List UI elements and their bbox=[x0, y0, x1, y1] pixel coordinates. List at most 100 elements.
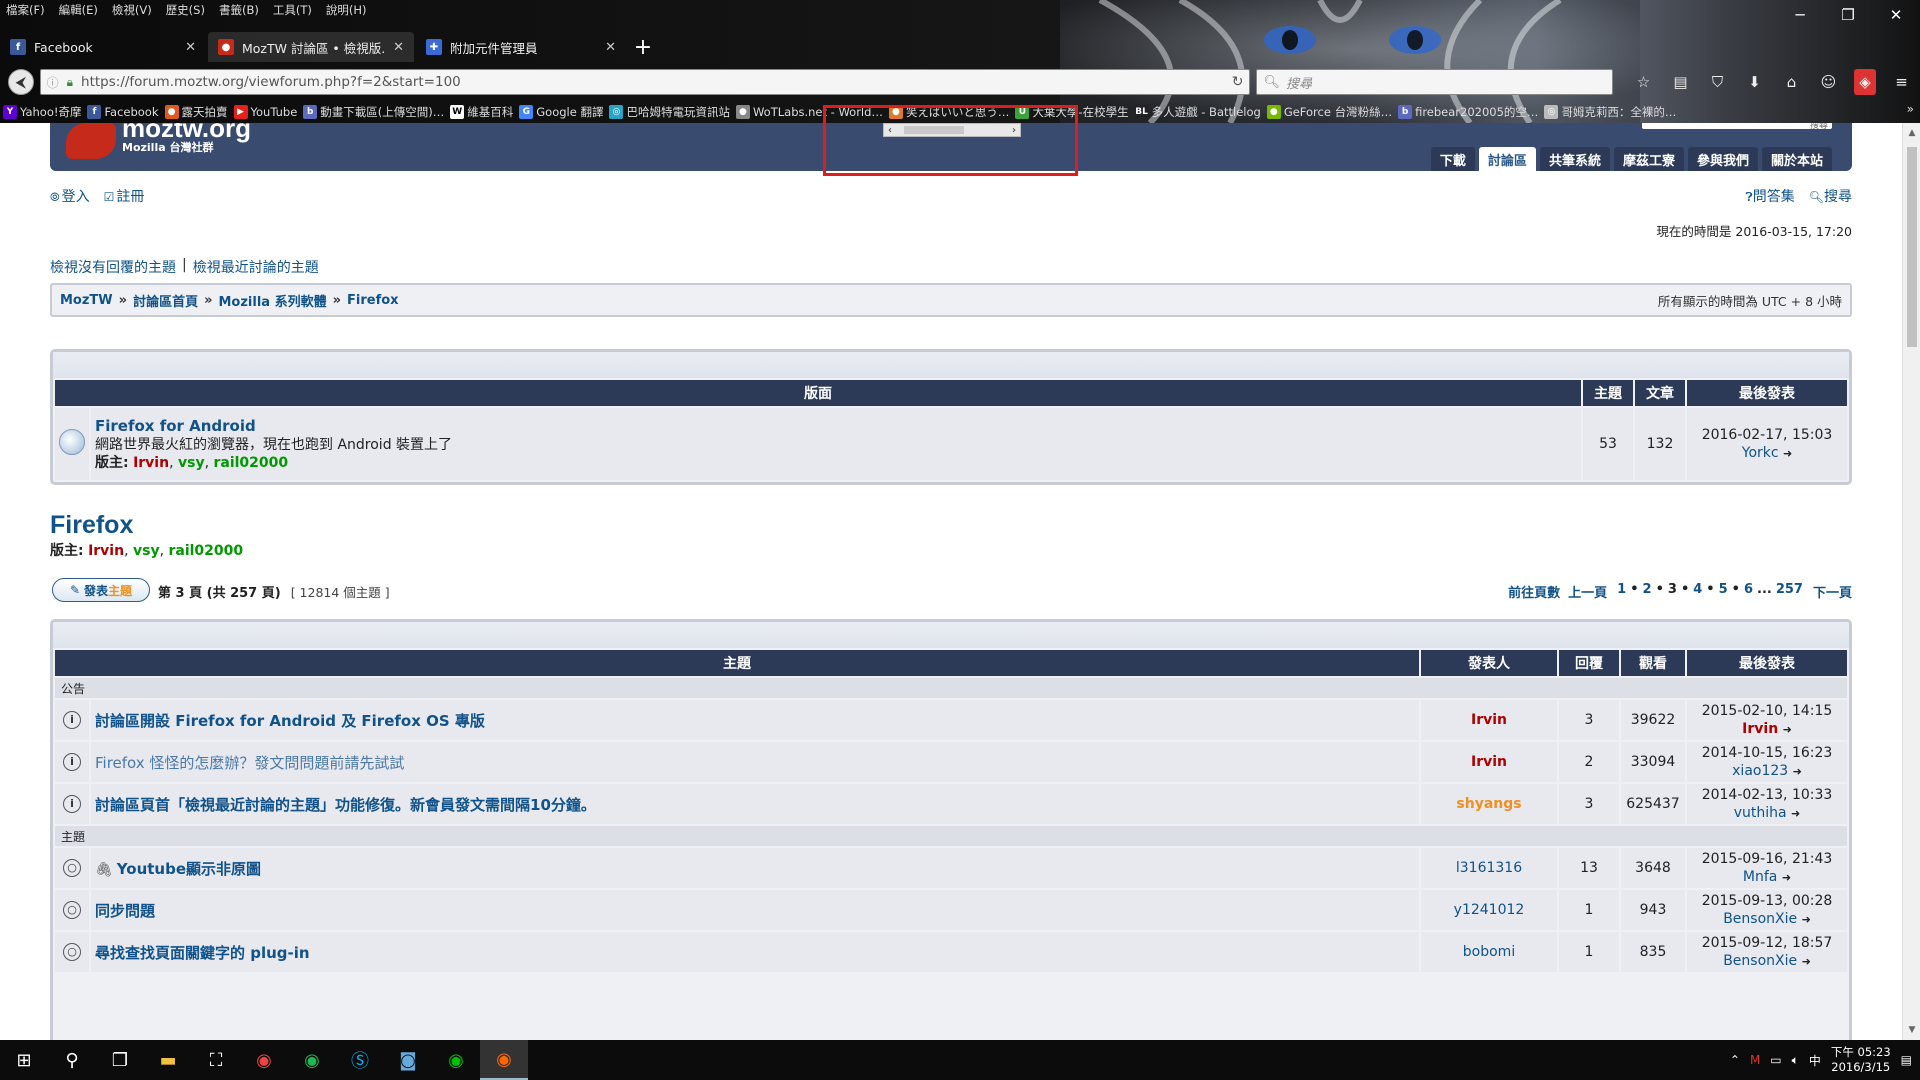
menu-item[interactable]: 說明(H) bbox=[326, 2, 367, 18]
page-link[interactable]: 2 bbox=[1643, 582, 1652, 601]
browser-tab[interactable]: ✚ 附加元件管理員 ✕ bbox=[416, 32, 626, 62]
bookmark-item[interactable]: ● GeForce 台灣粉絲… bbox=[1266, 104, 1392, 120]
moderator-link[interactable]: vsy bbox=[133, 543, 160, 559]
menu-item[interactable]: 書籤(B) bbox=[219, 2, 259, 18]
topic-author-link[interactable]: shyangs bbox=[1456, 796, 1521, 812]
topic-author-link[interactable]: Irvin bbox=[1471, 754, 1507, 770]
back-button[interactable]: ⮜ bbox=[8, 69, 34, 95]
active-topics-link[interactable]: 檢視最近討論的主題 bbox=[193, 257, 319, 277]
goto-page-link[interactable]: 前往頁數 bbox=[1508, 582, 1560, 601]
menu-item[interactable]: 工具(T) bbox=[273, 2, 312, 18]
topic-title-link[interactable]: 尋找查找頁面關鍵字的 plug-in bbox=[95, 944, 310, 962]
site-nav-tab[interactable]: 關於本站 bbox=[1761, 147, 1832, 171]
notifications-icon[interactable]: ▤ bbox=[1901, 1053, 1912, 1067]
breadcrumb-item[interactable]: Mozilla 系列軟體 bbox=[218, 291, 326, 310]
topic-author-link[interactable]: Irvin bbox=[1471, 712, 1507, 728]
file-explorer-icon[interactable]: ▬ bbox=[144, 1040, 192, 1080]
info-icon[interactable]: ⓘ bbox=[47, 74, 59, 91]
page-link[interactable]: 4 bbox=[1693, 582, 1702, 601]
addon-icon[interactable]: ◈ bbox=[1854, 69, 1876, 95]
topic-author-link[interactable]: y1241012 bbox=[1454, 902, 1525, 918]
forum-title-link[interactable]: Firefox for Android bbox=[95, 417, 256, 435]
bookmark-item[interactable]: ▶ YouTube bbox=[233, 105, 297, 119]
breadcrumb-item[interactable]: 討論區首頁 bbox=[133, 291, 198, 310]
browser-tab[interactable]: f Facebook ✕ bbox=[0, 32, 206, 62]
search-link[interactable]: 🔍︎搜尋 bbox=[1809, 186, 1852, 206]
maximize-icon[interactable]: ❐ bbox=[1824, 0, 1872, 30]
site-logo[interactable]: moztw.org Mozilla 台灣社群 bbox=[66, 123, 251, 159]
site-nav-tab[interactable]: 參與我們 bbox=[1687, 147, 1758, 171]
store-icon[interactable]: ⛶ bbox=[192, 1040, 240, 1080]
bookmark-item[interactable]: ◎ 哥姆克莉西：全裸的… bbox=[1544, 104, 1676, 120]
bookmark-item[interactable]: W 維基百科 bbox=[450, 104, 513, 120]
goto-last-post-icon[interactable]: ➜ bbox=[1791, 807, 1800, 820]
close-tab-icon[interactable]: ✕ bbox=[605, 40, 616, 55]
topic-title-link[interactable]: 討論區開設 Firefox for Android 及 Firefox OS 專… bbox=[95, 712, 485, 730]
bookmark-item[interactable]: G Google 翻譯 bbox=[519, 104, 603, 120]
page-link[interactable]: 5 bbox=[1719, 582, 1728, 601]
last-post-user[interactable]: vuthiha bbox=[1734, 805, 1787, 821]
bookmark-item[interactable]: b firebear202005的空… bbox=[1398, 104, 1538, 120]
bookmarks-overflow-icon[interactable]: » bbox=[1907, 102, 1914, 116]
vertical-scrollbar[interactable]: ▲ ▼ bbox=[1902, 123, 1920, 1040]
home-icon[interactable]: ⌂ bbox=[1773, 69, 1810, 95]
chrome-icon[interactable]: ◉ bbox=[240, 1040, 288, 1080]
bookmark-item[interactable]: b 動畫下載區(上傳空間)… bbox=[303, 104, 444, 120]
tray-app-icon[interactable]: M bbox=[1750, 1053, 1760, 1067]
last-post-user[interactable]: BensonXie bbox=[1723, 953, 1797, 969]
ime-icon[interactable]: 中 bbox=[1809, 1052, 1821, 1069]
scroll-down-icon[interactable]: ▼ bbox=[1903, 1022, 1920, 1038]
last-post-user[interactable]: Mnfa bbox=[1743, 869, 1777, 885]
site-nav-tab[interactable]: 下載 bbox=[1430, 147, 1475, 171]
uplay-icon[interactable]: ◙ bbox=[384, 1040, 432, 1080]
topic-author-link[interactable]: bobomi bbox=[1463, 944, 1515, 960]
moderator-link[interactable]: Irvin bbox=[88, 543, 124, 559]
last-page-link[interactable]: 257 bbox=[1776, 582, 1803, 601]
new-topic-button[interactable]: ✎ 發表 主題 bbox=[52, 578, 150, 602]
network-icon[interactable]: ▭ bbox=[1770, 1053, 1781, 1067]
bookmark-item[interactable]: ◎ 巴哈姆特電玩資訊站 bbox=[609, 104, 730, 120]
clock[interactable]: 下午 05:23 2016/3/15 bbox=[1831, 1045, 1891, 1075]
goto-last-post-icon[interactable]: ➜ bbox=[1802, 955, 1811, 968]
reload-icon[interactable]: ↻ bbox=[1232, 74, 1244, 90]
minimize-icon[interactable]: ─ bbox=[1776, 0, 1824, 30]
goto-last-post-icon[interactable]: ➜ bbox=[1783, 723, 1792, 736]
page-link[interactable]: 6 bbox=[1744, 582, 1753, 601]
hello-icon[interactable]: ☺ bbox=[1810, 69, 1847, 95]
search-icon[interactable]: ⚲ bbox=[48, 1040, 96, 1080]
breadcrumb-item[interactable]: Firefox bbox=[347, 293, 399, 308]
bookmark-item[interactable]: BL 多人遊戲 - Battlelog bbox=[1134, 104, 1261, 120]
header-search-input[interactable]: 搜尋 bbox=[1642, 123, 1832, 131]
moderator-link[interactable]: vsy bbox=[178, 455, 205, 471]
page-link[interactable]: 1 bbox=[1617, 582, 1626, 601]
breadcrumb-item[interactable]: MozTW bbox=[60, 293, 113, 308]
moderator-link[interactable]: Irvin bbox=[133, 455, 169, 471]
menu-icon[interactable]: ≡ bbox=[1883, 69, 1920, 95]
goto-last-post-icon[interactable]: ➜ bbox=[1793, 765, 1802, 778]
firefox-icon[interactable]: ◉ bbox=[480, 1040, 528, 1080]
spotify-icon[interactable]: ◉ bbox=[288, 1040, 336, 1080]
scroll-up-icon[interactable]: ▲ bbox=[1903, 125, 1920, 141]
last-post-user[interactable]: BensonXie bbox=[1723, 911, 1797, 927]
topic-title-link[interactable]: 討論區頁首「檢視最近討論的主題」功能修復。新會員發文需間隔10分鐘。 bbox=[95, 796, 596, 814]
last-post-user[interactable]: xiao123 bbox=[1732, 763, 1788, 779]
page-link[interactable]: 3 bbox=[1668, 582, 1677, 601]
header-search-button[interactable]: 搜尋 bbox=[1810, 123, 1828, 131]
close-tab-icon[interactable]: ✕ bbox=[393, 40, 404, 55]
task-view-icon[interactable]: ❐ bbox=[96, 1040, 144, 1080]
bookmark-item[interactable]: f Facebook bbox=[87, 105, 159, 119]
close-tab-icon[interactable]: ✕ bbox=[185, 40, 196, 55]
bookmark-item[interactable]: ● 露天拍賣 bbox=[164, 104, 228, 120]
site-nav-tab[interactable]: 摩茲工寮 bbox=[1613, 147, 1684, 171]
volume-icon[interactable]: 🔈︎ bbox=[1792, 1053, 1799, 1068]
url-text[interactable]: https://forum.moztw.org/viewforum.php?f=… bbox=[81, 74, 461, 90]
close-window-icon[interactable]: ✕ bbox=[1872, 0, 1920, 30]
moderator-link[interactable]: rail02000 bbox=[213, 455, 288, 471]
menu-item[interactable]: 檢視(V) bbox=[112, 2, 152, 18]
tray-chevron-icon[interactable]: ⌃ bbox=[1730, 1053, 1740, 1067]
topic-title-link[interactable]: 同步問題 bbox=[95, 902, 155, 920]
register-link[interactable]: ☑ 註冊 bbox=[104, 186, 145, 206]
start-icon[interactable]: ⊞ bbox=[0, 1040, 48, 1080]
unanswered-topics-link[interactable]: 檢視沒有回覆的主題 bbox=[50, 257, 176, 277]
topic-title-link[interactable]: Youtube顯示非原圖 bbox=[117, 860, 261, 878]
